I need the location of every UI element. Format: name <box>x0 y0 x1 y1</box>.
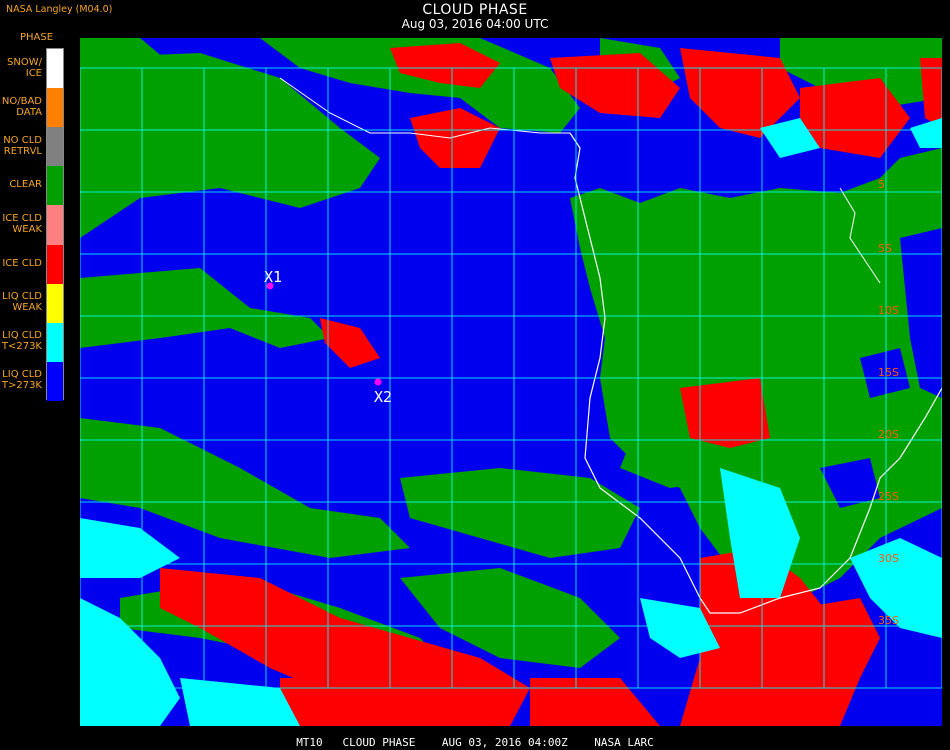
legend-label: LIQ CLD T<273K <box>1 330 42 353</box>
legend-title: PHASE <box>20 32 54 43</box>
legend-swatch <box>47 49 63 89</box>
marker-dot[interactable] <box>374 378 382 386</box>
legend-swatch <box>47 127 63 167</box>
legend-label: ICE CLD WEAK <box>2 213 42 235</box>
legend-label: NO/BAD DATA <box>1 95 42 118</box>
latitude-label: 5S <box>878 242 892 255</box>
legend-label: SNOW/ ICE <box>7 56 42 79</box>
legend-color-bar <box>46 48 64 401</box>
latitude-label: 10S <box>878 304 899 317</box>
agency-label: NASA Langley (M04.0) <box>6 4 113 15</box>
marker-label: X2 <box>374 388 392 406</box>
latitude-label: 35S <box>878 614 899 627</box>
latitude-label: 20S <box>878 428 899 441</box>
legend-label: CLEAR <box>9 179 42 191</box>
legend-swatch <box>47 88 63 128</box>
legend-label: NO CLD RETRVL <box>3 134 42 157</box>
legend-swatch <box>47 244 63 284</box>
legend-swatch <box>47 205 63 245</box>
legend-label: ICE CLD <box>2 257 42 269</box>
latitude-label: 5 <box>878 178 885 191</box>
latitude-label: 30S <box>878 552 899 565</box>
marker-label: X1 <box>264 268 282 286</box>
legend-swatch <box>47 166 63 206</box>
satellite-map[interactable]: 5 5S 10S 15S 20S 25S 30S 35S X1 X2 <box>80 38 942 726</box>
legend-label: LIQ CLD T>273K <box>1 369 42 392</box>
legend-swatch <box>47 283 63 323</box>
latitude-label: 15S <box>878 366 899 379</box>
legend-swatch <box>47 361 63 401</box>
legend-swatch <box>47 322 63 362</box>
map-title: CLOUD PHASE <box>422 2 528 18</box>
map-datetime: Aug 03, 2016 04:00 UTC <box>401 17 549 31</box>
latitude-label: 25S <box>878 490 899 503</box>
legend-label: LIQ CLD WEAK <box>2 291 42 314</box>
map-canvas: 5 5S 10S 15S 20S 25S 30S 35S X1 X2 <box>80 38 942 726</box>
footer-caption: MT10 CLOUD PHASE AUG 03, 2016 04:00Z NAS… <box>296 736 654 749</box>
